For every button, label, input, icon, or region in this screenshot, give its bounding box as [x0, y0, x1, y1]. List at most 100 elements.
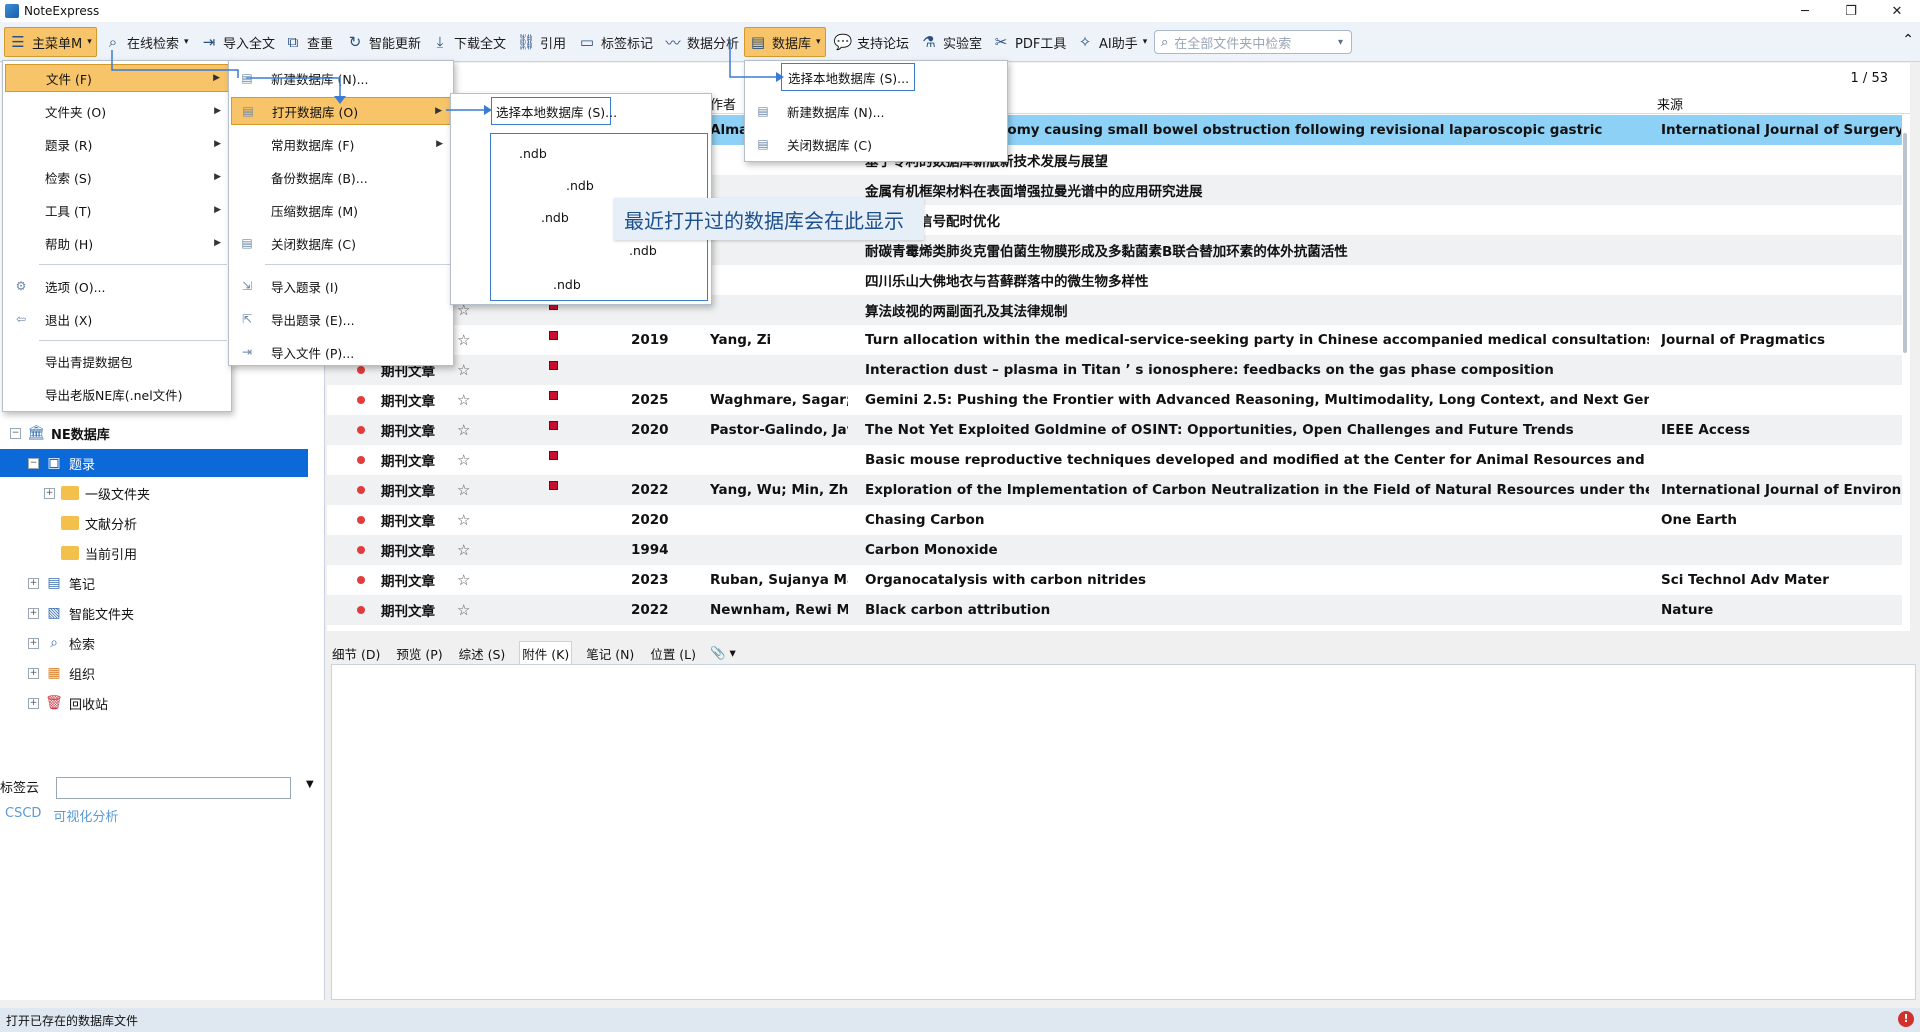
tab-preview[interactable]: 预览 (P): [394, 642, 444, 665]
paperclip-icon[interactable]: 📎 ▾: [710, 645, 736, 661]
star-icon[interactable]: ☆: [457, 451, 473, 469]
star-icon[interactable]: ☆: [457, 331, 473, 349]
table-row[interactable]: 期刊文章 ☆ 2025 Waghmare, Sagar; S. Gemini 2.5: …: [327, 385, 1902, 415]
menu-item-folder[interactable]: 文件夹 (O) ▶: [5, 97, 229, 125]
pdf-tools-button[interactable]: ✂ PDF工具: [992, 27, 1067, 57]
lab-button[interactable]: ⚗ 实验室: [920, 27, 982, 57]
tree-item-records[interactable]: − ▣ 题录: [0, 449, 308, 477]
tree-folder[interactable]: 当前引用: [61, 539, 137, 567]
recent-db-item[interactable]: .ndb: [629, 243, 657, 258]
table-row[interactable]: 期刊文章 ☆ 2020 Pastor-Galindo, Javie The Not Ye…: [327, 415, 1902, 445]
recent-db-item[interactable]: .ndb: [519, 146, 547, 161]
import-fulltext-button[interactable]: ⇥ 导入全文: [200, 27, 275, 57]
expand-toggle[interactable]: +: [28, 637, 39, 649]
tree-item-organize[interactable]: + ▦ 组织: [28, 659, 95, 687]
menu-item-compress-db[interactable]: 压缩数据库 (M): [231, 196, 451, 224]
chevron-down-icon[interactable]: ▾: [1338, 37, 1343, 48]
main-menu-button[interactable]: ☰ 主菜单M ▾: [4, 27, 97, 57]
expand-toggle[interactable]: +: [28, 607, 39, 619]
expand-toggle[interactable]: +: [28, 697, 39, 709]
menu-item-import-file[interactable]: ⇥ 导入文件 (P)...: [231, 338, 451, 366]
database-button[interactable]: ▤ 数据库 ▾: [744, 27, 826, 57]
smart-update-button[interactable]: ↻ 智能更新: [346, 27, 421, 57]
menu-item-options[interactable]: ⚙ 选项 (O)...: [5, 272, 229, 300]
tag-item[interactable]: CSCD: [5, 806, 41, 825]
table-row[interactable]: 期刊文章 ☆ 2023 Ruban, Sujanya Mari. Organocatal…: [327, 565, 1902, 595]
collapse-toggle[interactable]: −: [10, 427, 21, 439]
recent-db-item[interactable]: .ndb: [566, 178, 594, 193]
table-row[interactable]: 期刊文章 ☆ 2022 Newnham, Rewi M Black carbon att…: [327, 595, 1902, 625]
tree-item-notes[interactable]: + ▤ 笔记: [28, 569, 95, 597]
expand-toggle[interactable]: +: [28, 577, 39, 589]
tree-folder[interactable]: + 一级文件夹: [44, 479, 150, 507]
cite-button[interactable]: ⛓ 引用: [516, 27, 566, 57]
data-analysis-button[interactable]: 〰 数据分析: [664, 27, 739, 57]
tree-item-smart-folder[interactable]: + ▧ 智能文件夹: [28, 599, 134, 627]
menu-item-exit[interactable]: ⇦ 退出 (X): [5, 305, 229, 333]
menu-item-choose-local-db[interactable]: 选择本地数据库 (S)...: [781, 63, 915, 91]
search-input[interactable]: 在全部文件夹中检索: [1174, 33, 1338, 52]
online-search-button[interactable]: ⌕ 在线检索 ▾: [104, 27, 189, 57]
menu-item-backup-db[interactable]: 备份数据库 (B)...: [231, 163, 451, 191]
menu-item-records[interactable]: 题录 (R) ▶: [5, 130, 229, 158]
table-row[interactable]: 期刊文章 ☆ 2020 Chasing Carbon One Earth: [327, 505, 1902, 535]
star-icon[interactable]: ☆: [457, 511, 473, 529]
menu-item-export-nel[interactable]: 导出老版NE库(.nel文件): [5, 380, 229, 408]
table-row[interactable]: 期刊文章 ☆ 1994 Carbon Monoxide: [327, 535, 1902, 565]
menu-item-tools[interactable]: 工具 (T) ▶: [5, 196, 229, 224]
menu-item-open-db[interactable]: ▤ 打开数据库 (O) ▶: [231, 97, 451, 125]
tree-root[interactable]: − 🏛 NE数据库: [10, 419, 110, 447]
star-icon[interactable]: ☆: [457, 541, 473, 559]
tab-notes[interactable]: 笔记 (N): [584, 642, 636, 665]
tab-review[interactable]: 综述 (S): [457, 642, 508, 665]
menu-item-file[interactable]: 文件 (F) ▶: [5, 64, 229, 92]
tag-item[interactable]: 可视化分析: [53, 806, 118, 825]
star-icon[interactable]: ☆: [457, 361, 473, 379]
menu-item-close-db[interactable]: ▤ 关闭数据库 (C): [747, 130, 1003, 158]
error-icon[interactable]: !: [1898, 1011, 1914, 1027]
expand-toggle[interactable]: +: [28, 667, 39, 679]
tree-item-search[interactable]: + ⌕ 检索: [28, 629, 95, 657]
collapse-icon[interactable]: ⌃: [1902, 32, 1914, 48]
table-row[interactable]: ☆ 2019 Yang, Zi Turn allocation within the …: [327, 325, 1902, 355]
recent-db-item[interactable]: .ndb: [541, 210, 569, 225]
dedupe-button[interactable]: ⧉ 查重: [284, 27, 333, 57]
menu-item-export-package[interactable]: 导出青提数据包: [5, 347, 229, 375]
search-box[interactable]: ⌕ 在全部文件夹中检索 ▾: [1154, 30, 1352, 54]
tab-attachment[interactable]: 附件 (K): [519, 641, 573, 665]
col-source[interactable]: 来源: [1657, 94, 1683, 113]
tag-mark-button[interactable]: ▭ 标签标记: [578, 27, 653, 57]
star-icon[interactable]: ☆: [457, 421, 473, 439]
forum-button[interactable]: 💬 支持论坛: [834, 27, 909, 57]
collapse-toggle[interactable]: −: [28, 457, 39, 469]
table-row[interactable]: 期刊文章 ☆ 2022 Yang, Wu; Min, Zhan. Exploration…: [327, 475, 1902, 505]
chevron-down-icon[interactable]: ▼: [306, 779, 314, 790]
tree-folder[interactable]: 文献分析: [61, 509, 137, 537]
table-row[interactable]: 期刊文章 ☆ Interaction dust – plasma in Titan …: [327, 355, 1902, 385]
minimize-button[interactable]: ─: [1782, 0, 1828, 22]
star-icon[interactable]: ☆: [457, 571, 473, 589]
tree-item-trash[interactable]: + 🗑 回收站: [28, 689, 108, 717]
menu-item-choose-local-db[interactable]: 选择本地数据库 (S)...: [491, 97, 617, 125]
recent-db-item[interactable]: .ndb: [553, 277, 581, 292]
menu-item-help[interactable]: 帮助 (H) ▶: [5, 229, 229, 257]
menu-item-new-db[interactable]: ▤ 新建数据库 (N)...: [231, 64, 451, 92]
menu-item-export-records[interactable]: ⇱ 导出题录 (E)...: [231, 305, 451, 333]
tag-filter-input[interactable]: [56, 777, 291, 799]
menu-item-search[interactable]: 检索 (S) ▶: [5, 163, 229, 191]
menu-item-import-records[interactable]: ⇲ 导入题录 (I): [231, 272, 451, 300]
menu-item-common-db[interactable]: 常用数据库 (F) ▶: [231, 130, 451, 158]
tab-location[interactable]: 位置 (L): [648, 642, 698, 665]
scrollbar[interactable]: [1903, 133, 1907, 353]
col-author[interactable]: 作者: [710, 94, 736, 113]
menu-item-close-db[interactable]: ▤ 关闭数据库 (C): [231, 229, 451, 257]
download-fulltext-button[interactable]: ⤓ 下载全文: [431, 27, 506, 57]
star-icon[interactable]: ☆: [457, 481, 473, 499]
close-button[interactable]: ✕: [1874, 0, 1920, 22]
ai-assistant-button[interactable]: ✧ AI助手 ▾: [1076, 27, 1148, 57]
expand-toggle[interactable]: +: [44, 487, 55, 499]
menu-item-new-db[interactable]: ▤ 新建数据库 (N)...: [747, 97, 1003, 125]
maximize-button[interactable]: ❐: [1828, 0, 1874, 22]
table-row[interactable]: 期刊文章 ☆ Basic mouse reproductive techniques…: [327, 445, 1902, 475]
star-icon[interactable]: ☆: [457, 391, 473, 409]
